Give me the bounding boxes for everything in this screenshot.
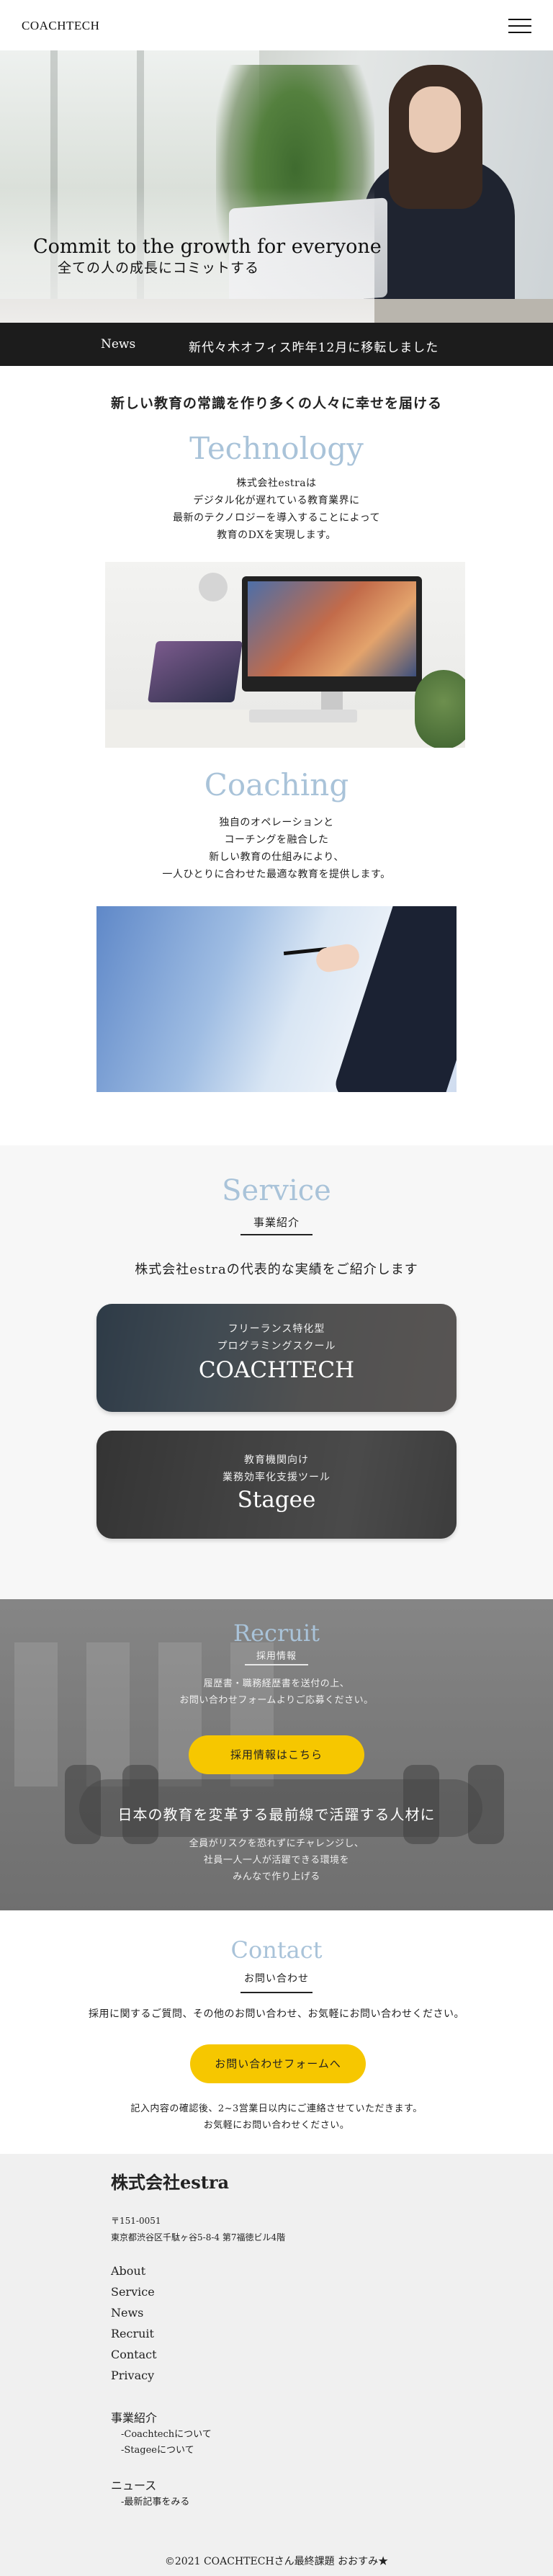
coach-image-sleeve (332, 906, 457, 1092)
recruit-underline (245, 1664, 308, 1665)
tech-image-stand (321, 692, 343, 712)
service-card-coachtech[interactable]: フリーランス特化型 プログラミングスクール COACHTECH (96, 1304, 457, 1412)
contact-heading: Contact (230, 1936, 323, 1964)
card-line: 教育機関向け (244, 1454, 309, 1466)
tech-image-plant (415, 670, 465, 748)
technology-line: 株式会社estraは (236, 478, 317, 489)
technology-heading: Technology (189, 431, 364, 466)
footer-link-coachtech[interactable]: -Coachtechについて (121, 2426, 212, 2440)
recruit-line: お問い合わせフォームよりご応募ください。 (179, 1695, 374, 1706)
footer-link-latest-news[interactable]: -最新記事をみる (121, 2494, 189, 2508)
service-subheading: 事業紹介 (253, 1216, 300, 1229)
tech-image-screen (248, 581, 416, 676)
footer-link-recruit[interactable]: Recruit (111, 2327, 154, 2340)
menu-bar (508, 32, 531, 33)
recruit-line: 履歴書・職務経歴書を送付の上、 (203, 1678, 350, 1689)
service-card-stagee[interactable]: 教育機関向け 業務効率化支援ツール Stagee (96, 1431, 457, 1539)
coaching-heading: Coaching (204, 767, 349, 802)
recruit-subheading: 採用情報 (256, 1651, 297, 1662)
intro-lead: 新しい教育の常識を作り多くの人々に幸せを届ける (110, 395, 442, 411)
footer-link-contact[interactable]: Contact (111, 2348, 157, 2361)
card-line: フリーランス特化型 (228, 1323, 325, 1335)
menu-bar (508, 19, 531, 20)
hero-image (0, 50, 553, 323)
site-logo[interactable]: COACHTECH (22, 19, 99, 33)
news-text[interactable]: 新代々木オフィス昨年12月に移転しました (189, 337, 439, 355)
footer-link-about[interactable]: About (111, 2264, 145, 2278)
tech-image-lamp (199, 573, 228, 601)
footer-link-news[interactable]: News (111, 2306, 143, 2320)
footer-news-heading: ニュース (111, 2479, 157, 2492)
service-underline (240, 1234, 313, 1235)
recruit-line: みんなで作り上げる (233, 1871, 320, 1882)
hamburger-menu-icon[interactable] (508, 17, 531, 35)
footer-postal-code: 〒151-0051 (111, 2216, 161, 2226)
contact-underline (240, 1992, 313, 1993)
footer-link-stagee[interactable]: -Stageeについて (121, 2442, 194, 2456)
recruit-message: 全員がリスクを恐れずにチャレンジし、 社員一人一人が活躍できる環境を みんなで作… (0, 1835, 553, 1885)
site-header: COACHTECH (0, 0, 553, 50)
contact-lead: 採用に関するご質問、その他のお問い合わせ、お気軽にお問い合わせください。 (89, 2008, 464, 2020)
page: COACHTECH Commit to the growth for every… (0, 0, 553, 2576)
technology-image (105, 562, 465, 748)
tech-image-laptop (148, 641, 243, 702)
service-heading: Service (222, 1174, 331, 1207)
recruit-line: 社員一人一人が活躍できる環境を (203, 1855, 350, 1866)
contact-form-button[interactable]: お問い合わせフォームへ (190, 2044, 366, 2083)
recruit-heading: Recruit (233, 1619, 320, 1647)
recruit-instructions: 履歴書・職務経歴書を送付の上、 お問い合わせフォームよりご応募ください。 (0, 1676, 553, 1709)
tech-image-keyboard (249, 710, 357, 723)
footer-address: 東京都渋谷区千駄ヶ谷5-8-4 第7福徳ビル4階 (111, 2232, 286, 2242)
hero-person-face (409, 86, 461, 153)
service-lead: 株式会社estraの代表的な実績をご紹介します (135, 1262, 418, 1277)
footer-link-service[interactable]: Service (111, 2285, 155, 2299)
card-line: 業務効率化支援ツール (222, 1472, 331, 1483)
coaching-image (96, 906, 457, 1092)
hero-title: Commit to the growth for everyone (33, 236, 382, 258)
card-title: COACHTECH (198, 1357, 355, 1383)
recruit-button[interactable]: 採用情報はこちら (189, 1735, 364, 1774)
card-overlay (96, 1431, 457, 1539)
news-label: News (101, 337, 136, 352)
coaching-line: 一人ひとりに合わせた最適な教育を提供します。 (162, 869, 391, 880)
site-footer (0, 2154, 553, 2576)
card-line: プログラミングスクール (217, 1341, 336, 1352)
copyright-text: ©2021 COACHTECHさん最終課題 おおすみ★ (164, 2556, 389, 2567)
coaching-text: 独自のオペレーションと コーチングを融合した 新しい教育の仕組みにより、 一人ひ… (0, 814, 553, 883)
technology-line: 最新のテクノロジーを導入することによって (172, 512, 381, 524)
footer-service-heading: 事業紹介 (111, 2411, 158, 2425)
technology-text: 株式会社estraは デジタル化が遅れている教育業界に 最新のテクノロジーを導入… (0, 475, 553, 544)
footer-link-privacy[interactable]: Privacy (111, 2369, 154, 2382)
contact-note-line: 記入内容の確認後、2~3営業日以内にご連絡させていただきます。 (130, 2103, 423, 2114)
contact-notes: 記入内容の確認後、2~3営業日以内にご連絡させていただきます。 お気軽にお問い合… (0, 2101, 553, 2134)
recruit-lead: 日本の教育を変革する最前線で活躍する人材に (117, 1806, 436, 1823)
contact-note-line: お気軽にお問い合わせください。 (203, 2120, 350, 2131)
hero-subtitle: 全ての人の成長にコミットする (58, 260, 260, 276)
footer-company-name: 株式会社estra (111, 2172, 230, 2193)
recruit-line: 全員がリスクを恐れずにチャレンジし、 (189, 1838, 364, 1849)
menu-bar (508, 25, 531, 27)
card-title: Stagee (237, 1487, 316, 1513)
contact-subheading: お問い合わせ (244, 1973, 309, 1985)
technology-line: デジタル化が遅れている教育業界に (193, 495, 360, 506)
coaching-line: コーチングを融合した (224, 834, 329, 846)
news-bar[interactable]: News 新代々木オフィス昨年12月に移転しました (0, 323, 553, 366)
technology-line: 教育のDXを実現します。 (217, 529, 336, 541)
coaching-line: 独自のオペレーションと (219, 817, 334, 828)
coaching-line: 新しい教育の仕組みにより、 (209, 851, 344, 863)
